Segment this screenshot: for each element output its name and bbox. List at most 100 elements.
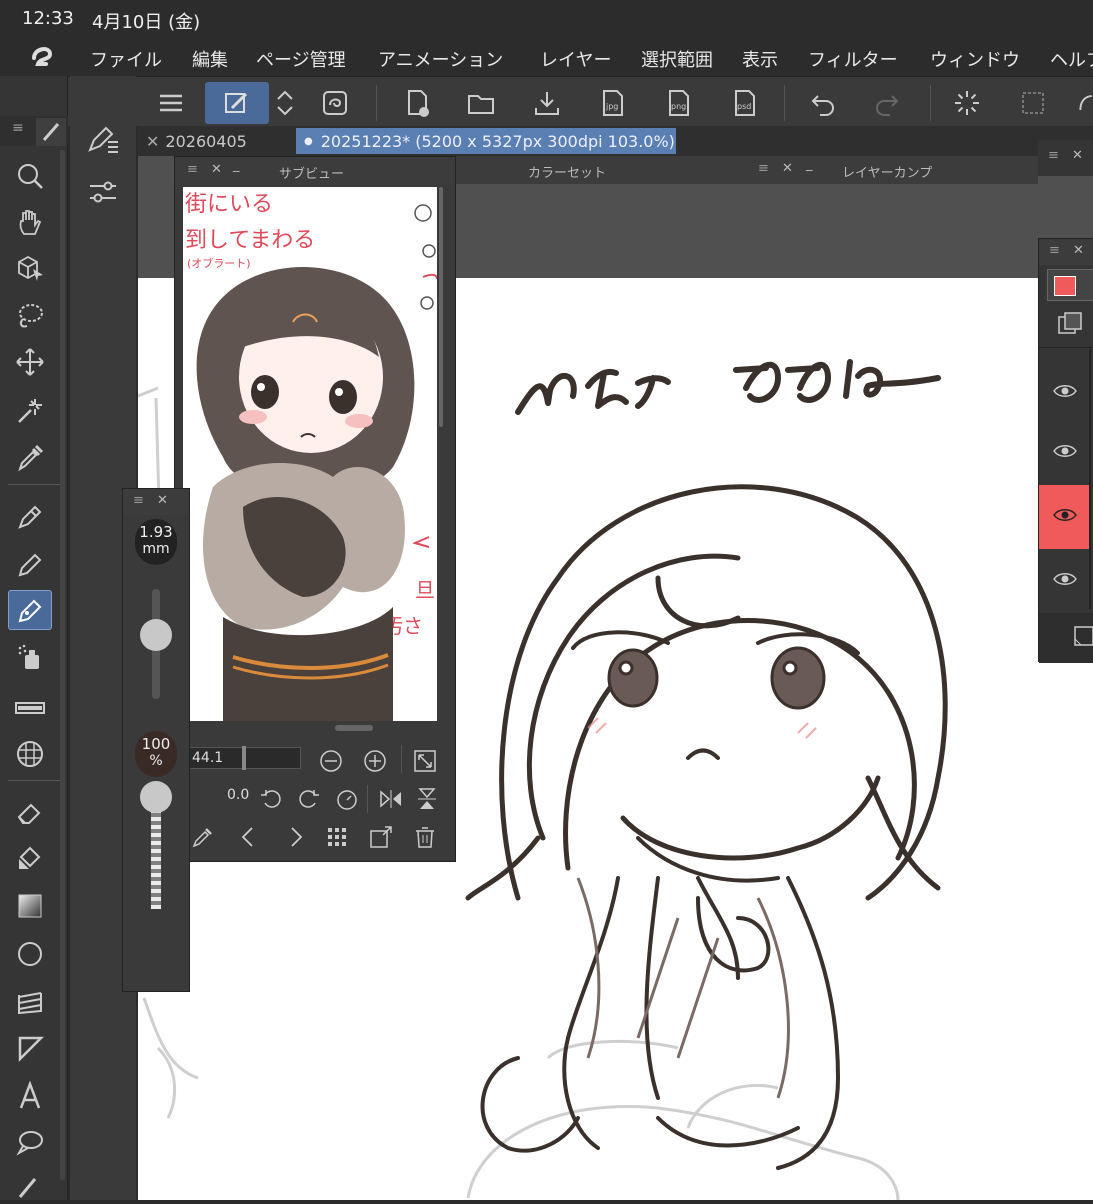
menu-view[interactable]: 表示: [742, 46, 778, 72]
layer-visibility-eye-icon[interactable]: [1052, 570, 1078, 588]
loading-spinner-icon[interactable]: [946, 82, 988, 124]
save-icon[interactable]: [526, 82, 568, 124]
close-icon[interactable]: ✕: [157, 493, 168, 508]
layer-visibility-eye-icon[interactable]: [1052, 442, 1078, 460]
minimize-icon[interactable]: _: [806, 157, 813, 172]
pen-tool-icon[interactable]: [8, 496, 52, 536]
open-folder-icon[interactable]: [460, 82, 502, 124]
tool-property-icon[interactable]: [86, 176, 120, 210]
clock: 12:33: [22, 8, 74, 29]
eyedropper-icon[interactable]: [191, 825, 215, 849]
close-icon[interactable]: ✕: [211, 162, 222, 177]
pencil-tool-icon[interactable]: [8, 544, 52, 584]
menu-selection[interactable]: 選択範囲: [641, 46, 713, 72]
close-icon[interactable]: ✕: [1073, 243, 1084, 258]
panel-menu-icon[interactable]: ≡: [12, 120, 24, 136]
panel-menu-icon[interactable]: ≡: [758, 161, 769, 176]
import-image-icon[interactable]: [369, 825, 393, 849]
companion-icon[interactable]: [314, 82, 356, 124]
undo-icon[interactable]: [802, 82, 844, 124]
menu-help[interactable]: ヘルプ: [1050, 46, 1093, 72]
redo-icon[interactable]: [866, 82, 908, 124]
panel-menu-icon[interactable]: ≡: [133, 493, 144, 508]
text-tool-icon[interactable]: [8, 1076, 52, 1116]
rotate-left-icon[interactable]: [259, 787, 283, 811]
current-color-swatch[interactable]: [1047, 269, 1093, 301]
eraser-tool-icon[interactable]: [8, 792, 52, 832]
fill-bucket-icon[interactable]: [8, 838, 52, 878]
previous-image-icon[interactable]: [237, 825, 261, 849]
grid-list-icon[interactable]: [325, 825, 349, 849]
flip-horizontal-icon[interactable]: [379, 787, 403, 811]
magic-wand-icon[interactable]: [8, 390, 52, 430]
layer-visibility-eye-icon[interactable]: [1052, 382, 1078, 400]
menu-layer[interactable]: レイヤー: [540, 46, 611, 72]
app-logo-icon[interactable]: [26, 42, 58, 72]
airbrush-tool-icon[interactable]: [8, 638, 52, 678]
close-icon[interactable]: ✕: [782, 161, 793, 176]
object-select-icon[interactable]: [8, 248, 52, 288]
zoom-slider[interactable]: 44.1: [189, 746, 301, 770]
new-file-icon[interactable]: [396, 82, 438, 124]
new-layer-icon[interactable]: [1073, 625, 1093, 647]
tab-20260405[interactable]: ✕ 20260405: [138, 128, 290, 154]
minimize-icon[interactable]: _: [233, 158, 240, 173]
decoration-tool-icon[interactable]: [8, 688, 52, 728]
frame-border-icon[interactable]: [8, 734, 52, 774]
gradient-tool-icon[interactable]: [8, 886, 52, 926]
sub-tool-pen-icon[interactable]: [86, 122, 120, 156]
panel-menu-icon[interactable]: ≡: [187, 162, 198, 177]
selection-marquee-icon[interactable]: [1012, 82, 1054, 124]
close-icon[interactable]: ✕: [146, 132, 159, 151]
brush-tool-icon[interactable]: [8, 590, 52, 630]
fill-tool-icon[interactable]: [1074, 82, 1093, 124]
zoom-tool-icon[interactable]: [8, 156, 52, 196]
brush-size-thumb[interactable]: [140, 619, 172, 651]
ruler-tool-icon[interactable]: [8, 1028, 52, 1068]
layer-property-icon[interactable]: [1057, 311, 1083, 337]
rotate-right-icon[interactable]: [297, 787, 321, 811]
toolbar-divider: [376, 85, 377, 121]
pen-tab-icon[interactable]: [36, 118, 66, 146]
subview-scrollbar[interactable]: [439, 187, 443, 427]
menu-page[interactable]: ページ管理: [256, 46, 346, 72]
flip-vertical-icon[interactable]: [415, 787, 439, 811]
zoom-out-icon[interactable]: [319, 749, 343, 773]
edit-mode-button[interactable]: [205, 82, 269, 124]
reset-rotation-icon[interactable]: [335, 787, 359, 811]
opacity-thumb[interactable]: [140, 781, 172, 813]
move-tool-icon[interactable]: [8, 342, 52, 382]
svg-text:png: png: [671, 102, 686, 111]
subview-reference-image[interactable]: 街にいる 到してまわる (オブラート) 旦 汚さ: [183, 187, 437, 721]
export-psd-icon[interactable]: psd: [724, 82, 766, 124]
lasso-tool-icon[interactable]: [8, 296, 52, 336]
zoom-slider-thumb[interactable]: [242, 746, 246, 770]
ellipse-tool-icon[interactable]: [8, 934, 52, 974]
fit-view-icon[interactable]: [413, 749, 437, 773]
close-icon[interactable]: ✕: [1072, 148, 1083, 163]
eyedropper-icon[interactable]: [8, 438, 52, 478]
frame-tool-icon[interactable]: [8, 982, 52, 1022]
menu-animation[interactable]: アニメーション: [378, 46, 503, 72]
zoom-in-icon[interactable]: [363, 749, 387, 773]
panel-menu-icon[interactable]: ≡: [1048, 148, 1059, 163]
export-jpg-icon[interactable]: jpg: [592, 82, 634, 124]
menu-file[interactable]: ファイル: [90, 46, 162, 72]
export-png-icon[interactable]: png: [658, 82, 700, 124]
tool-panel-scrollbar[interactable]: [60, 150, 65, 1180]
trash-icon[interactable]: [413, 825, 437, 849]
panel-menu-icon[interactable]: ≡: [1049, 243, 1060, 258]
balloon-tool-icon[interactable]: [8, 1122, 52, 1162]
next-image-icon[interactable]: [283, 825, 307, 849]
updown-arrows-icon[interactable]: [270, 82, 300, 124]
subview-hscrollbar[interactable]: [335, 725, 373, 731]
subview-header: ≡ ✕ _ サブビュー: [175, 157, 455, 185]
menu-window[interactable]: ウィンドウ: [930, 46, 1020, 72]
tab-20251223[interactable]: ● 20251223* (5200 x 5327px 300dpi 103.0%…: [296, 128, 676, 154]
menu-edit[interactable]: 編集: [192, 46, 228, 72]
hamburger-menu-button[interactable]: [150, 82, 192, 124]
hand-tool-icon[interactable]: [8, 202, 52, 242]
menu-filter[interactable]: フィルター: [808, 46, 898, 72]
layer-visibility-eye-icon[interactable]: [1052, 506, 1078, 524]
correction-tool-icon[interactable]: [8, 1168, 52, 1200]
